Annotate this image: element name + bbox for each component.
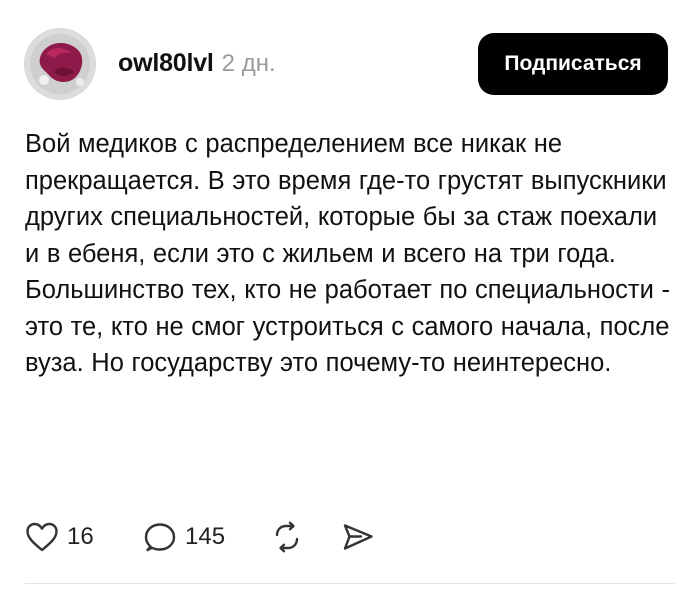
comment-button[interactable]: 145: [143, 521, 271, 553]
comment-count: 145: [185, 523, 226, 550]
author-line: owl80lvl 2 дн.: [118, 49, 276, 83]
like-button[interactable]: 16: [25, 521, 143, 553]
post-header: owl80lvl 2 дн. Подписаться: [0, 0, 700, 125]
subscribe-button[interactable]: Подписаться: [478, 33, 668, 95]
post-text: Вой медиков с распределением все никак н…: [25, 130, 670, 377]
heart-icon: [25, 521, 59, 553]
repost-button[interactable]: [271, 521, 341, 553]
like-count: 16: [67, 523, 94, 550]
avatar-image: [24, 28, 96, 100]
share-button[interactable]: [341, 521, 375, 553]
post-timestamp: 2 дн.: [221, 50, 276, 77]
username[interactable]: owl80lvl: [118, 49, 214, 78]
speech-bubble-icon: [143, 521, 177, 553]
post-actions: 16 145: [25, 517, 375, 557]
avatar[interactable]: [24, 28, 96, 100]
divider: [25, 583, 675, 584]
repost-icon: [271, 521, 303, 553]
send-icon: [341, 521, 375, 553]
